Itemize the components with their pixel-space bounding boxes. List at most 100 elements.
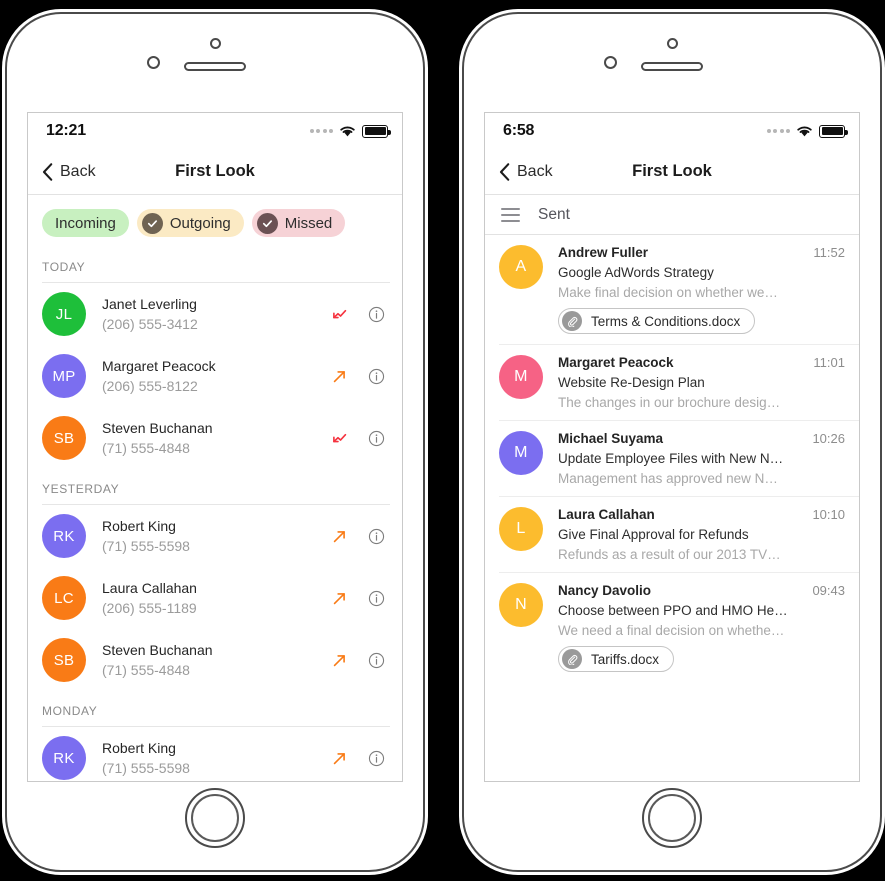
call-log-sections: TODAY JL Janet Leverling (206) 555-3412 MP Ma… <box>28 247 402 781</box>
mail-header-row: Margaret Peacock 11:01 <box>558 355 845 370</box>
mail-list-item[interactable]: M Margaret Peacock 11:01 Website Re-Design … <box>485 345 859 420</box>
info-icon[interactable] <box>362 430 390 447</box>
section-header: YESTERDAY <box>42 482 120 496</box>
outgoing-call-icon <box>333 752 345 764</box>
contact-name: Robert King <box>102 518 176 534</box>
call-log-row[interactable]: MP Margaret Peacock (206) 555-8122 <box>28 345 402 407</box>
paperclip-icon <box>562 649 582 669</box>
avatar: SB <box>42 416 86 460</box>
mail-preview: We need a final decision on whethe… <box>558 623 785 638</box>
mail-list-item[interactable]: N Nancy Davolio 09:43 Choose between PPO an… <box>485 573 859 682</box>
mail-list-item[interactable]: M Michael Suyama 10:26 Update Employee File… <box>485 421 859 496</box>
mail-subject: Update Employee Files with New N… <box>558 451 784 466</box>
call-log-row[interactable]: RK Robert King (71) 555-5598 <box>28 505 402 567</box>
mail-sender: Michael Suyama <box>558 431 664 446</box>
avatar: M <box>499 431 543 475</box>
mail-content: Nancy Davolio 09:43 Choose between PPO and… <box>558 583 845 672</box>
info-icon[interactable] <box>362 750 390 767</box>
mail-header-row: Andrew Fuller 11:52 <box>558 245 845 260</box>
back-button[interactable]: Back <box>28 163 96 181</box>
folder-bar: Sent <box>485 195 859 235</box>
filter-chip-incoming[interactable]: Incoming <box>42 209 129 237</box>
proximity-sensor-icon <box>604 56 617 69</box>
screen-call-log: 12:21 Back First Look Incoming Outgoing Mi… <box>27 112 403 782</box>
filter-chip-label: Outgoing <box>169 214 231 232</box>
call-log-row[interactable]: SB Steven Buchanan (71) 555-4848 <box>28 629 402 691</box>
contact-name: Margaret Peacock <box>102 358 216 374</box>
hamburger-icon[interactable] <box>501 207 520 222</box>
info-icon[interactable] <box>362 306 390 323</box>
call-log-row[interactable]: RK Robert King (71) 555-5598 <box>28 727 402 781</box>
avatar: SB <box>42 638 86 682</box>
front-camera-icon <box>667 38 678 49</box>
back-button[interactable]: Back <box>485 163 553 181</box>
call-details: Steven Buchanan (71) 555-4848 <box>102 420 324 456</box>
paperclip-icon <box>562 311 582 331</box>
mail-sender: Laura Callahan <box>558 507 655 522</box>
signal-dots-icon <box>766 129 790 133</box>
contact-phone: (71) 555-5598 <box>102 760 190 776</box>
call-log-row[interactable]: LC Laura Callahan (206) 555-1189 <box>28 567 402 629</box>
home-button[interactable] <box>185 788 245 848</box>
avatar: L <box>499 507 543 551</box>
section-header: TODAY <box>42 260 86 274</box>
mail-header-row: Nancy Davolio 09:43 <box>558 583 845 598</box>
mail-time: 10:26 <box>812 431 845 446</box>
filter-chip-missed[interactable]: Missed <box>251 209 346 237</box>
call-direction-indicator <box>324 368 354 385</box>
mail-content: Margaret Peacock 11:01 Website Re-Design P… <box>558 355 845 410</box>
call-direction-indicator <box>324 306 354 323</box>
back-label: Back <box>60 162 96 180</box>
back-label: Back <box>517 162 553 180</box>
mail-time: 10:10 <box>812 507 845 522</box>
info-icon[interactable] <box>362 368 390 385</box>
avatar: MP <box>42 354 86 398</box>
attachment-name: Tariffs.docx <box>591 651 660 667</box>
status-indicators <box>766 124 848 138</box>
contact-phone: (206) 555-1189 <box>102 600 197 616</box>
call-direction-indicator <box>324 590 354 607</box>
call-direction-indicator <box>324 750 354 767</box>
contact-phone: (206) 555-8122 <box>102 378 198 394</box>
status-indicators <box>309 124 391 138</box>
attachment-chip[interactable]: Tariffs.docx <box>558 646 675 672</box>
mail-list-item[interactable]: A Andrew Fuller 11:52 Google AdWords Strate… <box>485 235 859 344</box>
contact-name: Janet Leverling <box>102 296 197 312</box>
mail-header-row: Michael Suyama 10:26 <box>558 431 845 446</box>
call-details: Steven Buchanan (71) 555-4848 <box>102 642 324 678</box>
call-log-row[interactable]: SB Steven Buchanan (71) 555-4848 <box>28 407 402 469</box>
filter-chip-outgoing[interactable]: Outgoing <box>136 209 244 237</box>
info-icon[interactable] <box>362 652 390 669</box>
mail-header-row: Laura Callahan 10:10 <box>558 507 845 522</box>
contact-phone: (71) 555-5598 <box>102 538 190 554</box>
call-details: Janet Leverling (206) 555-3412 <box>102 296 324 332</box>
mail-subject: Google AdWords Strategy <box>558 265 714 280</box>
attachment-name: Terms & Conditions.docx <box>591 313 741 329</box>
mail-preview: Make final decision on whether we… <box>558 285 778 300</box>
chevron-left-icon <box>499 162 510 181</box>
contact-name: Laura Callahan <box>102 580 197 596</box>
avatar: JL <box>42 292 86 336</box>
status-clock: 6:58 <box>503 122 535 139</box>
info-icon[interactable] <box>362 590 390 607</box>
battery-icon <box>819 124 848 138</box>
nav-bar-right: Back First Look <box>485 149 859 195</box>
mail-sender: Margaret Peacock <box>558 355 674 370</box>
missed-call-icon <box>332 309 346 318</box>
screen-mail-list: 6:58 Back First Look Sent A Andrew Fulle… <box>484 112 860 782</box>
home-button[interactable] <box>642 788 702 848</box>
phone-device-left: 12:21 Back First Look Incoming Outgoing Mi… <box>5 12 425 872</box>
contact-phone: (206) 555-3412 <box>102 316 198 332</box>
avatar: LC <box>42 576 86 620</box>
mail-content: Laura Callahan 10:10 Give Final Approval f… <box>558 507 845 562</box>
call-log-row[interactable]: JL Janet Leverling (206) 555-3412 <box>28 283 402 345</box>
outgoing-call-icon <box>333 592 345 604</box>
call-filter-chips: Incoming Outgoing Missed <box>28 195 402 247</box>
mail-list-item[interactable]: L Laura Callahan 10:10 Give Final Approval … <box>485 497 859 572</box>
earpiece-speaker-icon <box>184 62 246 71</box>
avatar: RK <box>42 514 86 558</box>
attachment-chip[interactable]: Terms & Conditions.docx <box>558 308 756 334</box>
info-icon[interactable] <box>362 528 390 545</box>
status-clock: 12:21 <box>46 122 86 139</box>
mail-content: Andrew Fuller 11:52 Google AdWords Strateg… <box>558 245 845 334</box>
